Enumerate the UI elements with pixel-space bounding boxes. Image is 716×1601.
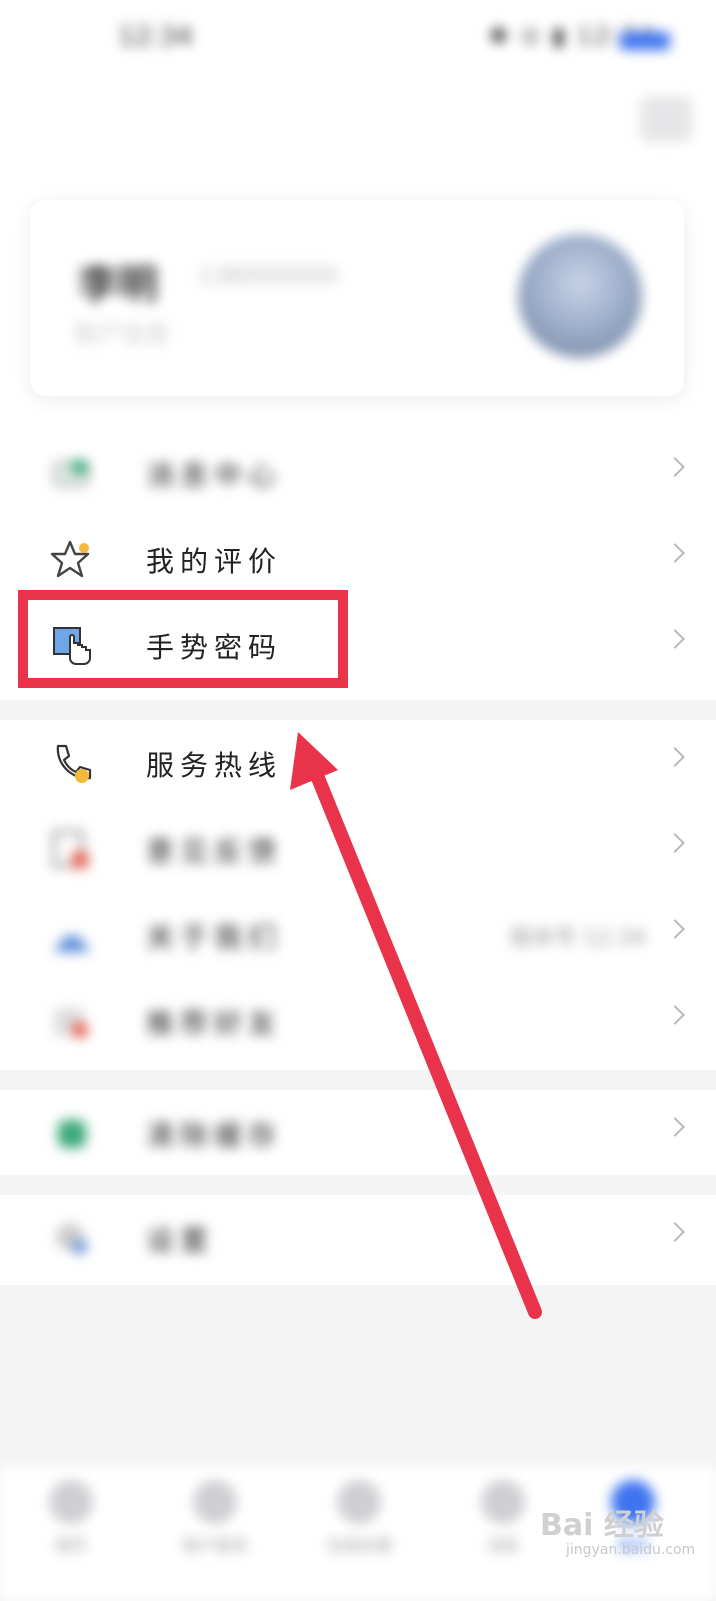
home-icon bbox=[49, 1480, 93, 1524]
nav-label: 首页 bbox=[54, 1536, 87, 1555]
service-icon bbox=[337, 1480, 381, 1524]
nav-account-query[interactable]: 账户查询 bbox=[160, 1480, 270, 1556]
message-icon bbox=[481, 1480, 525, 1524]
nav-label: 账户查询 bbox=[182, 1536, 247, 1555]
nav-label: 在线办理 bbox=[326, 1536, 391, 1555]
watermark-logo: Bai 经验 bbox=[540, 1508, 664, 1543]
watermark-url: jingyan.baidu.com bbox=[566, 1542, 696, 1558]
nav-online-service[interactable]: 在线办理 bbox=[304, 1480, 414, 1556]
nav-home[interactable]: 首页 bbox=[16, 1480, 126, 1556]
search-icon bbox=[193, 1480, 237, 1524]
arrow-shaft bbox=[311, 771, 542, 1319]
annotation-arrow bbox=[290, 732, 542, 1319]
